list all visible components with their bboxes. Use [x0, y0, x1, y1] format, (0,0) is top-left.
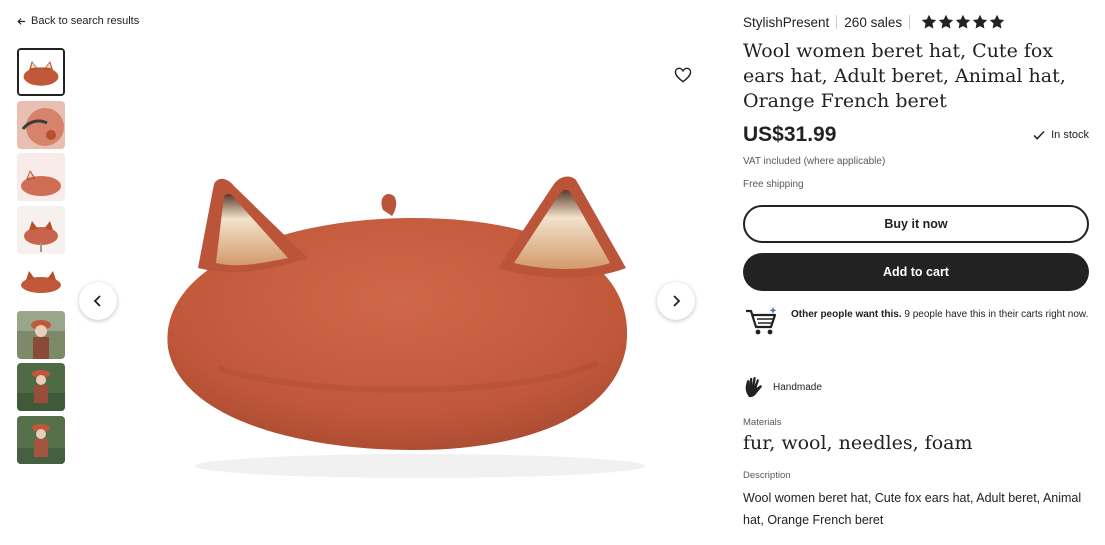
cart-icon	[746, 307, 777, 335]
listing-title: Wool women beret hat, Cute fox ears hat,…	[743, 40, 1066, 112]
check-icon	[1033, 130, 1045, 140]
product-image[interactable]	[158, 118, 658, 478]
description-label: Description	[743, 470, 791, 481]
star-icon	[972, 14, 988, 29]
buy-it-now-button[interactable]: Buy it now	[743, 205, 1089, 243]
arrow-left-icon	[17, 17, 26, 25]
previous-image-button[interactable]	[79, 282, 117, 320]
social-proof-detail: 9 people have this in their carts right …	[901, 309, 1089, 320]
social-proof: Other people want this. 9 people have th…	[743, 305, 1089, 339]
vat-note: VAT included (where applicable)	[743, 156, 886, 167]
price: US$31.99	[743, 123, 837, 146]
thumbnail-3[interactable]	[17, 153, 65, 201]
shop-name-link[interactable]: StylishPresent	[743, 15, 829, 30]
shipping-note: Free shipping	[743, 179, 804, 190]
materials-value: fur, wool, needles, foam	[743, 432, 973, 454]
divider	[836, 15, 838, 29]
handmade-label: Handmade	[773, 381, 822, 393]
add-to-cart-button[interactable]: Add to cart	[743, 253, 1089, 291]
shop-row: StylishPresent 260 sales	[743, 12, 1089, 32]
hand-icon	[745, 377, 762, 398]
materials-label: Materials	[743, 417, 782, 428]
back-to-search-link[interactable]: Back to search results	[17, 15, 139, 27]
thumbnail-7[interactable]	[17, 363, 65, 411]
thumbnail-8[interactable]	[17, 415, 65, 464]
description-text: Wool women beret hat, Cute fox ears hat,…	[743, 491, 1082, 527]
star-icon	[955, 14, 971, 29]
thumbnail-2[interactable]	[17, 100, 65, 149]
listing-info-panel: StylishPresent 260 sales Wool women bere…	[743, 12, 1089, 531]
thumbnail-5[interactable]	[17, 258, 65, 306]
thumbnail-strip	[17, 48, 65, 468]
star-icon	[989, 14, 1005, 29]
heart-icon	[674, 67, 692, 83]
image-viewer	[78, 48, 718, 538]
stock-status-label: In stock	[1051, 129, 1089, 141]
star-icon	[938, 14, 954, 29]
star-icon	[921, 14, 937, 29]
thumbnail-1[interactable]	[17, 48, 65, 96]
next-image-button[interactable]	[657, 282, 695, 320]
social-proof-text: Other people want this. 9 people have th…	[791, 308, 1088, 322]
star-rating[interactable]	[921, 14, 1005, 30]
chevron-left-icon	[93, 295, 101, 307]
back-link-label: Back to search results	[31, 15, 140, 27]
price-row: US$31.99 In stock	[743, 120, 1089, 150]
chevron-right-icon	[673, 295, 681, 307]
divider	[909, 15, 911, 29]
sales-count: 260 sales	[844, 14, 903, 30]
thumbnail-6[interactable]	[17, 310, 65, 359]
stock-status: In stock	[1032, 128, 1089, 142]
social-proof-bold: Other people want this.	[791, 309, 902, 320]
handmade-row: Handmade	[743, 375, 1089, 399]
favorite-button[interactable]	[672, 64, 694, 86]
thumbnail-4[interactable]	[17, 205, 65, 254]
